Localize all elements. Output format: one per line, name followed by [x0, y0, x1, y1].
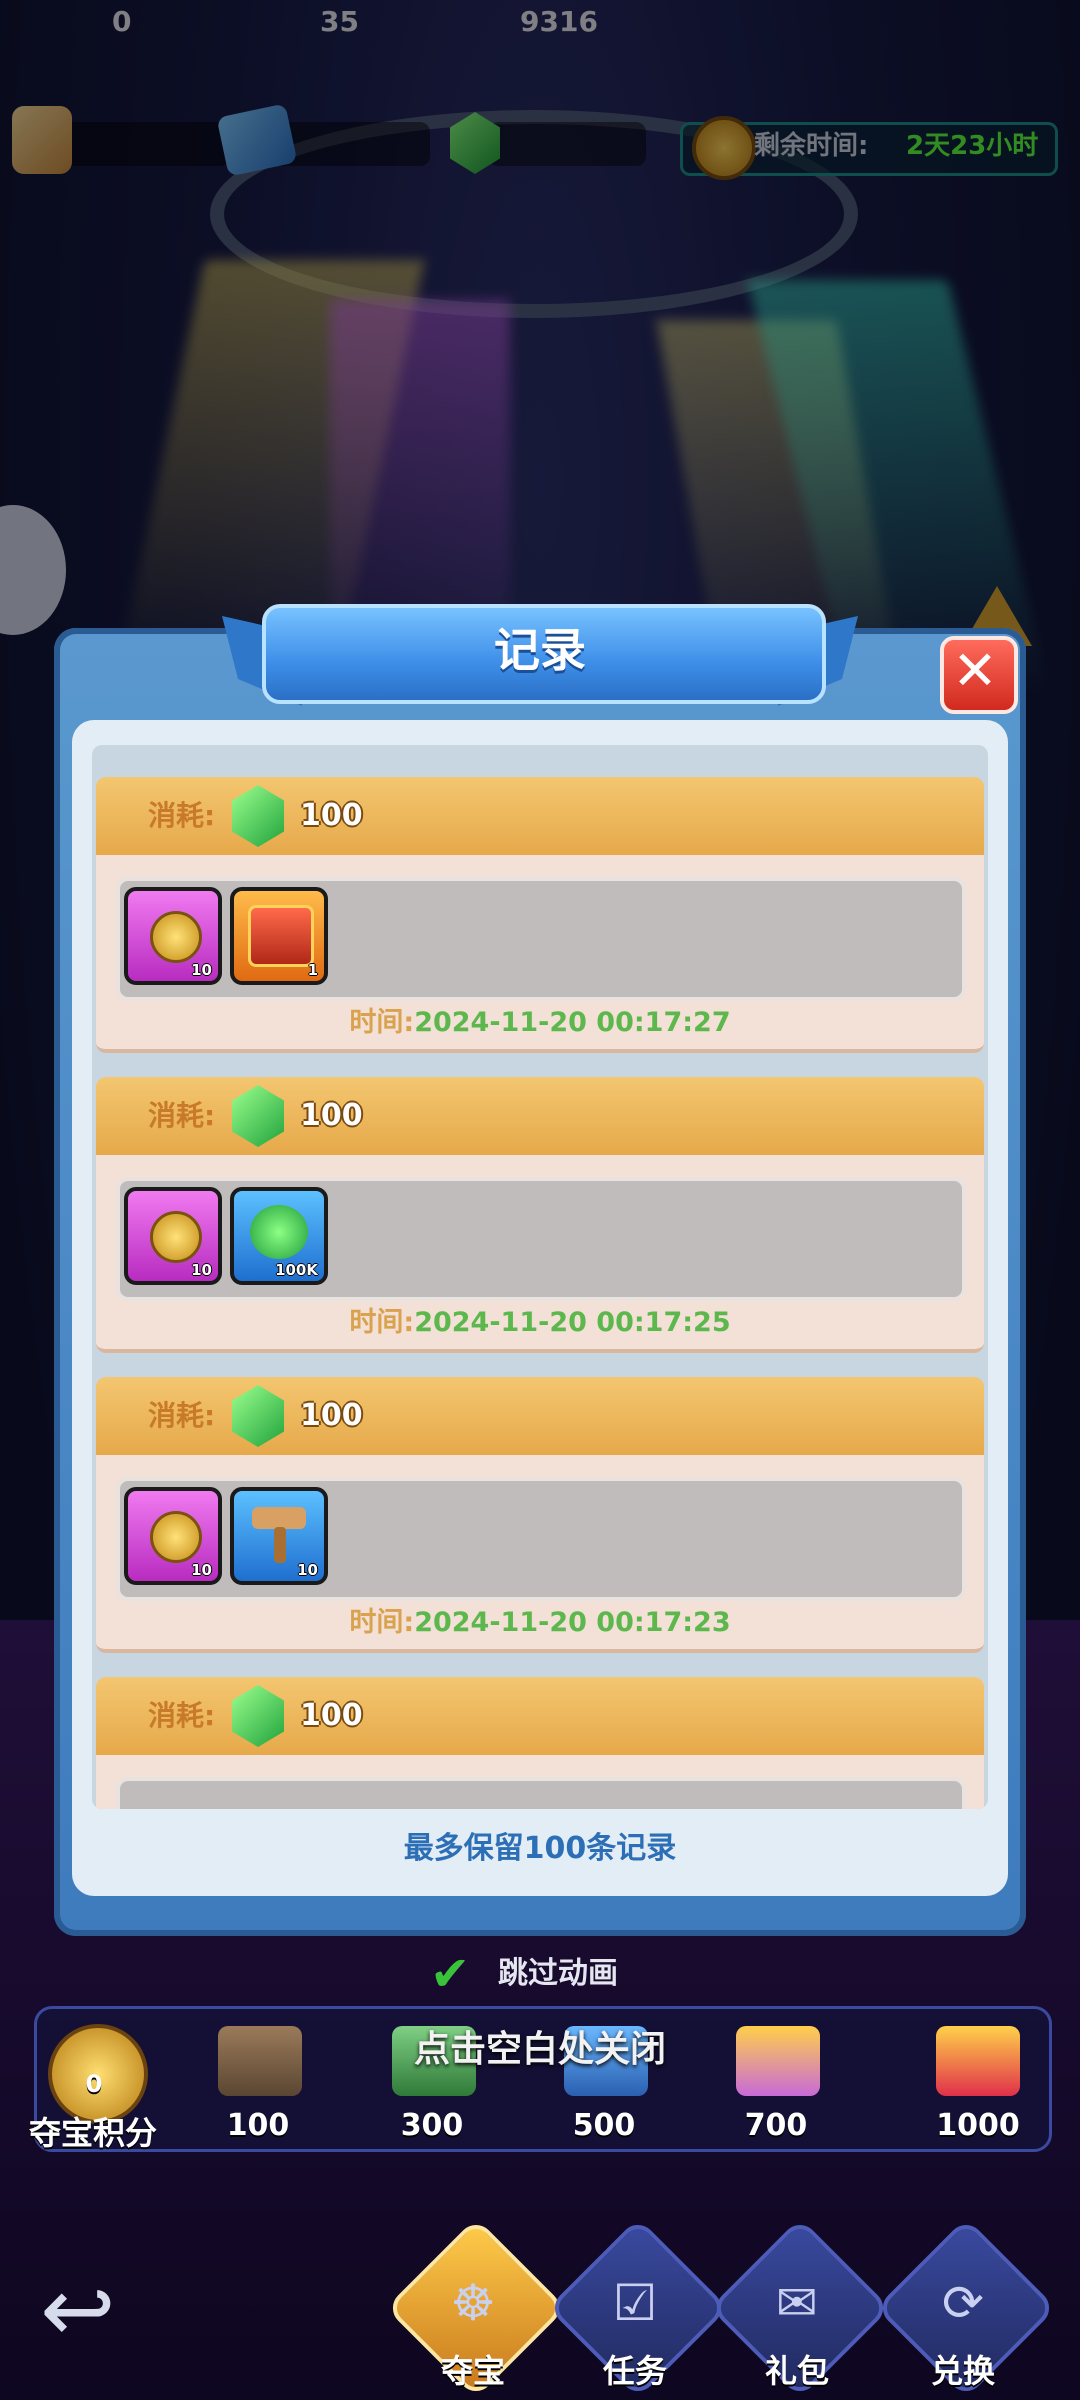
nav-tasks[interactable]: ☑ 任务 [547, 2217, 729, 2399]
gift-cart-icon: ✉ [776, 2274, 818, 2332]
exchange-icon: ⟳ [942, 2274, 984, 2332]
skip-animation-toggle[interactable]: 跳过动画 [498, 1948, 618, 2000]
nav-label: 兑换 [930, 2352, 995, 2390]
cost-value: 100 [300, 1098, 363, 1133]
record-limit-note: 最多保留100条记录 [403, 1831, 677, 1866]
nav-label: 礼包 [764, 2352, 829, 2390]
cost-value: 100 [300, 798, 363, 833]
nav-gifts[interactable]: ✉ 礼包 [709, 2217, 891, 2399]
hammer-icon [252, 1507, 306, 1529]
back-arrow-icon[interactable]: ↩ [40, 2266, 150, 2356]
gem-icon [232, 1685, 284, 1747]
reward-item[interactable]: 10 [124, 887, 222, 985]
gold-coin-icon [150, 1211, 202, 1263]
cost-label: 消耗: [148, 799, 216, 832]
time-value: 2024-11-20 00:17:23 [414, 1607, 731, 1638]
reward-qty: 10 [297, 1561, 318, 1579]
record-time: 时间:2024-11-20 00:17:27 [96, 1003, 984, 1043]
time-label: 时间: [349, 1007, 415, 1038]
time-label: 时间: [349, 1607, 415, 1638]
record-header: 消耗: 100 [96, 1677, 984, 1755]
gem-icon [232, 1085, 284, 1147]
nav-label: 夺宝 [440, 2352, 505, 2390]
reward-item[interactable]: 10 [230, 1487, 328, 1585]
close-icon[interactable]: ✕ [940, 636, 1010, 706]
record-list[interactable]: 消耗: 100 10 1 时间:2024-11-20 00:17:27 消耗: … [92, 745, 988, 1809]
reward-item[interactable]: 10 [124, 1487, 222, 1585]
record-header: 消耗: 100 [96, 1377, 984, 1455]
nav-treasure[interactable]: ☸ 夺宝 [385, 2217, 567, 2399]
milestone-label: 1000 [936, 2108, 1020, 2143]
record-card: 消耗: 100 10 10 时间:2024-11-20 00:17:23 [92, 1377, 988, 1657]
milestone-label: 500 [572, 2108, 636, 2143]
cost-label: 消耗: [148, 1399, 216, 1432]
time-value: 2024-11-20 00:17:25 [414, 1307, 731, 1338]
cost-label: 消耗: [148, 1099, 216, 1132]
task-icon: ☑ [612, 2274, 658, 2332]
record-time: 时间:2024-11-20 00:17:25 [96, 1303, 984, 1343]
green-gem-pile-icon [250, 1205, 308, 1259]
time-value: 2024-11-20 00:17:27 [414, 1007, 731, 1038]
reward-item[interactable]: 10 [124, 1187, 222, 1285]
record-header: 消耗: 100 [96, 1077, 984, 1155]
milestone-label: 300 [400, 2108, 464, 2143]
cost-value: 100 [300, 1398, 363, 1433]
reward-item[interactable]: 100K [230, 1187, 328, 1285]
checkmark-icon[interactable]: ✔ [430, 1948, 482, 2000]
treasure-chest-icon [248, 905, 314, 967]
nav-label: 任务 [602, 2352, 667, 2390]
milestone-label: 100 [226, 2108, 290, 2143]
score-label: 夺宝积分 [28, 2114, 157, 2152]
wheel-icon: ☸ [450, 2274, 496, 2332]
nav-exchange[interactable]: ⟳ 兑换 [875, 2217, 1057, 2399]
reward-slot-area [116, 1777, 966, 1809]
gold-coin-icon [150, 911, 202, 963]
record-header: 消耗: 100 [96, 777, 984, 855]
gem-icon [232, 1385, 284, 1447]
tap-to-close-hint: 点击空白处关闭 [413, 2029, 666, 2070]
reward-qty: 10 [191, 961, 212, 979]
cost-label: 消耗: [148, 1699, 216, 1732]
reward-qty: 100K [275, 1261, 318, 1279]
reward-qty: 10 [191, 1261, 212, 1279]
reward-item[interactable]: 1 [230, 887, 328, 985]
record-card: 消耗: 100 10 100K 时间:2024-11-20 00:17:25 [92, 1077, 988, 1357]
record-time: 时间:2024-11-20 00:17:23 [96, 1603, 984, 1643]
hammer-handle [274, 1527, 286, 1563]
gem-icon [232, 785, 284, 847]
record-card: 消耗: 100 10 1 时间:2024-11-20 00:17:27 [92, 777, 988, 1057]
gold-coin-icon [150, 1511, 202, 1563]
reward-qty: 1 [307, 961, 318, 979]
record-card: 消耗: 100 [92, 1677, 988, 1809]
reward-qty: 10 [191, 1561, 212, 1579]
milestone-label: 700 [744, 2108, 808, 2143]
dialog-title: 记录 [494, 623, 586, 677]
cost-value: 100 [300, 1698, 363, 1733]
time-label: 时间: [349, 1307, 415, 1338]
